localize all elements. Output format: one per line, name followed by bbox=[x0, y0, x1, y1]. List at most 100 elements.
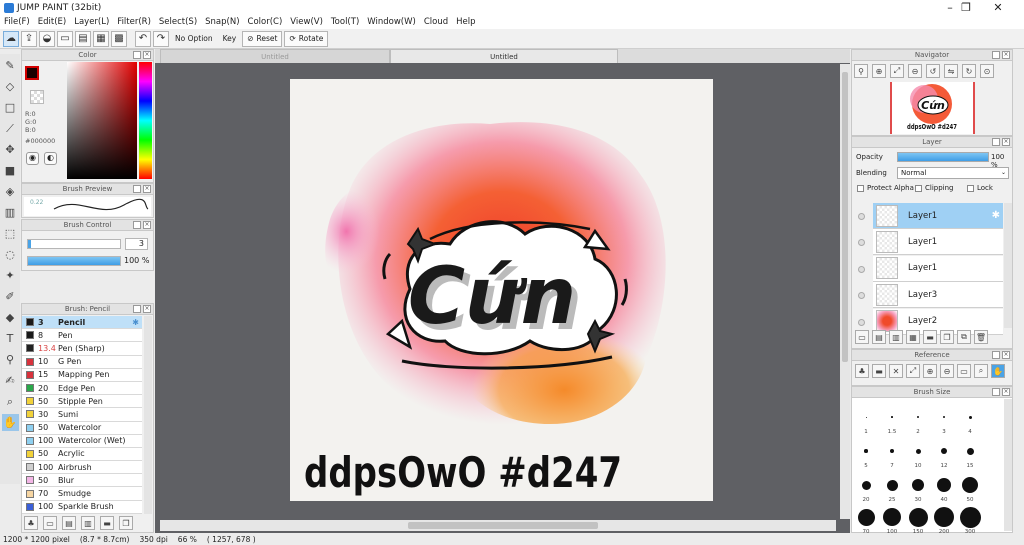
brush-item[interactable]: 3 Pencil ✱ bbox=[22, 316, 142, 330]
brush-size-dot[interactable] bbox=[886, 479, 898, 491]
magic-wand-tool-icon[interactable]: ✦ bbox=[2, 267, 19, 284]
reset-view-icon[interactable]: ⊙ bbox=[980, 64, 994, 78]
layer-add-menu-icon[interactable]: ▦ bbox=[906, 330, 920, 344]
palette-icon[interactable]: ◉ bbox=[26, 152, 39, 165]
rotate-left-icon[interactable]: ↺ bbox=[926, 64, 940, 78]
reset-button[interactable]: ⊘ Reset bbox=[242, 30, 283, 47]
panel-float-icon[interactable] bbox=[133, 185, 141, 193]
new-layer-8bit-icon[interactable]: ▤ bbox=[872, 330, 886, 344]
maximize-button[interactable]: ❐ bbox=[951, 0, 981, 15]
eyedropper-tool-icon[interactable]: ⌕ bbox=[2, 393, 19, 410]
eyedropper-icon[interactable]: ⌕ bbox=[974, 364, 988, 378]
brush-size-dot[interactable] bbox=[917, 416, 919, 418]
menu-item-9[interactable]: Window(W) bbox=[363, 17, 420, 27]
layer-row[interactable]: Layer1 ✱ bbox=[873, 203, 1003, 229]
layer-visibility-toggle[interactable] bbox=[858, 318, 865, 326]
brush-folder-icon[interactable]: ▬ bbox=[100, 516, 114, 530]
menu-item-6[interactable]: Color(C) bbox=[244, 17, 287, 27]
hand-tool-icon[interactable]: ✋ bbox=[1, 414, 19, 431]
panel-float-icon[interactable] bbox=[992, 351, 1000, 359]
menu-item-2[interactable]: Layer(L) bbox=[70, 17, 113, 27]
rotate-button[interactable]: ⟳ Rotate bbox=[284, 30, 329, 47]
brush-menu-icon[interactable]: ♣ bbox=[24, 516, 38, 530]
panel-float-icon[interactable] bbox=[992, 138, 1000, 146]
brush-size-dot[interactable] bbox=[883, 508, 901, 526]
gradient-tool-icon[interactable]: ▥ bbox=[2, 204, 19, 221]
brush-size-dot[interactable] bbox=[912, 479, 924, 491]
brush-size-dot[interactable] bbox=[915, 448, 921, 454]
move-tool-icon[interactable]: ✥ bbox=[2, 141, 19, 158]
new-layer-icon[interactable]: ▭ bbox=[855, 330, 869, 344]
menu-item-4[interactable]: Select(S) bbox=[155, 17, 201, 27]
brush-size-dot[interactable] bbox=[942, 415, 946, 419]
close-reference-icon[interactable]: ✕ bbox=[889, 364, 903, 378]
open-folder-icon[interactable]: ▬ bbox=[872, 364, 886, 378]
rotate-right-icon[interactable]: ↻ bbox=[962, 64, 976, 78]
brush-size-dot[interactable] bbox=[934, 507, 954, 527]
brush-list-scrollbar[interactable] bbox=[144, 316, 152, 514]
tab-untitled-2[interactable]: Untitled bbox=[390, 49, 618, 63]
brush-item[interactable]: 50 Stipple Pen bbox=[22, 395, 142, 409]
vertical-scroll-thumb[interactable] bbox=[842, 72, 848, 362]
menu-item-1[interactable]: Edit(E) bbox=[34, 17, 70, 27]
panel-close-icon[interactable]: × bbox=[143, 185, 151, 193]
comment-icon[interactable]: ◒ bbox=[39, 30, 55, 47]
panel-close-icon[interactable]: × bbox=[143, 51, 151, 59]
brush-size-dot[interactable] bbox=[890, 449, 894, 453]
speech-bubble-icon[interactable]: ▭ bbox=[57, 30, 73, 47]
select-pen-tool-icon[interactable]: ✐ bbox=[2, 288, 19, 305]
hand-icon[interactable]: ✋ bbox=[991, 364, 1005, 378]
panel-close-icon[interactable]: × bbox=[1002, 51, 1010, 59]
brush-size-scrollbar[interactable] bbox=[1004, 399, 1012, 531]
horizontal-scrollbar[interactable] bbox=[160, 520, 836, 531]
text-tool-icon[interactable]: T bbox=[2, 330, 19, 347]
brush-item[interactable]: 30 Sumi bbox=[22, 408, 142, 422]
clipping-checkbox[interactable] bbox=[915, 185, 922, 192]
brush-settings-gear-icon[interactable]: ✱ bbox=[132, 318, 139, 327]
layer-settings-gear-icon[interactable]: ✱ bbox=[992, 210, 1000, 221]
brush-item[interactable]: 15 Mapping Pen bbox=[22, 368, 142, 382]
delete-layer-icon[interactable]: 🗑 bbox=[974, 330, 988, 344]
brush-size-dot[interactable] bbox=[865, 416, 867, 418]
layer-folder-icon[interactable]: ▬ bbox=[923, 330, 937, 344]
bucket-tool-icon[interactable]: ◈ bbox=[2, 183, 19, 200]
brush-settings-icon[interactable]: ▥ bbox=[81, 516, 95, 530]
zoom-out-icon[interactable]: ⊖ bbox=[908, 64, 922, 78]
protect-alpha-checkbox[interactable] bbox=[857, 185, 864, 192]
zoom-in-icon[interactable]: ⊕ bbox=[923, 364, 937, 378]
actual-size-icon[interactable]: ▭ bbox=[957, 364, 971, 378]
lasso-tool-icon[interactable]: ◌ bbox=[2, 246, 19, 263]
brush-size-value[interactable]: 3 bbox=[125, 238, 148, 250]
zoom-tool-icon[interactable]: ⚲ bbox=[2, 351, 19, 368]
panel-close-icon[interactable]: × bbox=[1002, 138, 1010, 146]
color-picker-icon[interactable]: ◐ bbox=[44, 152, 57, 165]
export-icon[interactable]: ⇪ bbox=[21, 30, 37, 47]
navigator-thumbnail[interactable]: Cứn ddpsOwO #d247 bbox=[890, 82, 975, 134]
brush-size-dot[interactable] bbox=[908, 507, 928, 527]
layer-row[interactable]: Layer1 bbox=[873, 255, 1003, 282]
brush-opacity-slider[interactable] bbox=[27, 256, 121, 266]
select-tool-icon[interactable]: ⬚ bbox=[2, 225, 19, 242]
page-icon[interactable]: ▤ bbox=[75, 30, 91, 47]
hue-slider[interactable] bbox=[139, 62, 152, 179]
layer-opacity-slider[interactable] bbox=[897, 152, 989, 162]
new-brush-icon[interactable]: ▭ bbox=[43, 516, 57, 530]
brush-size-dot[interactable] bbox=[891, 416, 893, 418]
brush-item[interactable]: 13.4 Pen (Sharp) bbox=[22, 342, 142, 356]
menu-item-11[interactable]: Help bbox=[452, 17, 479, 27]
drawing-canvas[interactable]: Cứn Cứn ddpsOwO #d247 bbox=[290, 79, 713, 501]
layer-visibility-toggle[interactable] bbox=[858, 213, 865, 220]
brush-size-dot[interactable] bbox=[861, 480, 871, 490]
close-button[interactable]: ✕ bbox=[983, 0, 1013, 15]
panel-close-icon[interactable]: × bbox=[1002, 351, 1010, 359]
flip-icon[interactable]: ⇋ bbox=[944, 64, 958, 78]
brush-item[interactable]: 8 Pen bbox=[22, 329, 142, 343]
brush-options-icon[interactable]: ▤ bbox=[62, 516, 76, 530]
brush-item[interactable]: 100 Sparkle Brush bbox=[22, 500, 142, 514]
lock-checkbox[interactable] bbox=[967, 185, 974, 192]
brush-item[interactable]: 100 Watercolor (Wet) bbox=[22, 434, 142, 448]
undo-icon[interactable]: ↶ bbox=[135, 30, 151, 47]
brush-item[interactable]: 100 Airbrush bbox=[22, 461, 142, 475]
brush-size-dot[interactable] bbox=[962, 477, 978, 493]
brush-size-dot[interactable] bbox=[968, 415, 972, 419]
